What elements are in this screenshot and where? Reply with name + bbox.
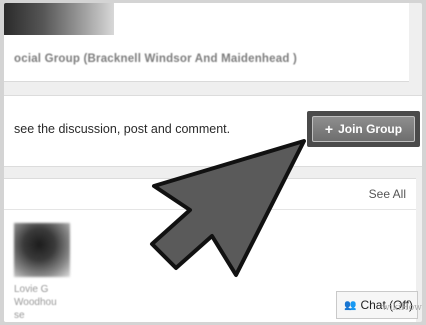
see-all-link[interactable]: See All [369, 187, 406, 201]
plus-icon: + [324, 121, 334, 137]
member-name[interactable]: Lovie G Woodhou se [14, 283, 57, 322]
member-name-line: Woodhou [14, 297, 57, 308]
join-group-label: Join Group [338, 122, 403, 136]
members-header: See All [4, 179, 416, 210]
join-prompt: see the discussion, post and comment. [14, 122, 231, 136]
cover-photo[interactable] [4, 3, 114, 35]
group-title[interactable]: ocial Group (Bracknell Windsor And Maide… [14, 53, 297, 65]
group-header: ocial Group (Bracknell Windsor And Maide… [4, 3, 409, 82]
member-name-line: Lovie G [14, 284, 49, 295]
join-panel: see the discussion, post and comment. + … [4, 95, 422, 167]
people-icon: 👥 [344, 299, 357, 311]
watermark-logo: wikiHow [382, 303, 422, 313]
member-name-line: se [14, 310, 25, 321]
member-avatar[interactable] [14, 223, 70, 277]
join-button-highlight: + Join Group [307, 111, 420, 147]
join-group-button[interactable]: + Join Group [312, 116, 415, 142]
group-page: ocial Group (Bracknell Windsor And Maide… [4, 3, 422, 322]
